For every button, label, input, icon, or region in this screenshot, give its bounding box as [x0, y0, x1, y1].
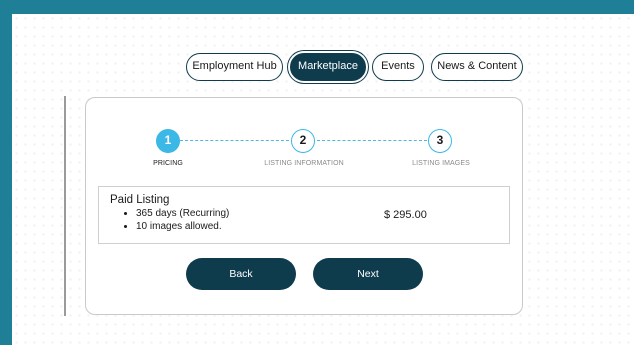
listing-price: $ 295.00: [384, 209, 427, 221]
nav-employment-hub[interactable]: Employment Hub: [186, 53, 283, 81]
step-connector-2-3: [317, 140, 427, 141]
back-button[interactable]: Back: [186, 258, 296, 290]
stepper: 1 2 3 PRICING LISTING INFORMATION LISTIN…: [86, 98, 524, 178]
step-2-label: LISTING INFORMATION: [264, 160, 344, 167]
top-border-bar: [0, 0, 634, 14]
step-1-label: PRICING: [153, 160, 183, 167]
step-connector-1-2: [180, 140, 289, 141]
listing-features: 365 days (Recurring) 10 images allowed.: [110, 207, 229, 233]
listing-option[interactable]: Paid Listing 365 days (Recurring) 10 ima…: [98, 186, 510, 244]
listing-feature: 10 images allowed.: [136, 220, 229, 233]
nav-events[interactable]: Events: [372, 53, 424, 81]
step-1-circle: 1: [156, 129, 180, 153]
left-border-bar: [0, 0, 12, 345]
step-3-label: LISTING IMAGES: [412, 160, 470, 167]
listing-title: Paid Listing: [110, 194, 170, 206]
step-2-circle: 2: [291, 129, 315, 153]
listing-feature: 365 days (Recurring): [136, 207, 229, 220]
side-divider: [64, 96, 66, 316]
next-button[interactable]: Next: [313, 258, 423, 290]
step-3-circle: 3: [428, 129, 452, 153]
nav-news-content[interactable]: News & Content: [431, 53, 523, 81]
listing-card: 1 2 3 PRICING LISTING INFORMATION LISTIN…: [85, 97, 523, 315]
nav-marketplace[interactable]: Marketplace: [290, 53, 366, 81]
